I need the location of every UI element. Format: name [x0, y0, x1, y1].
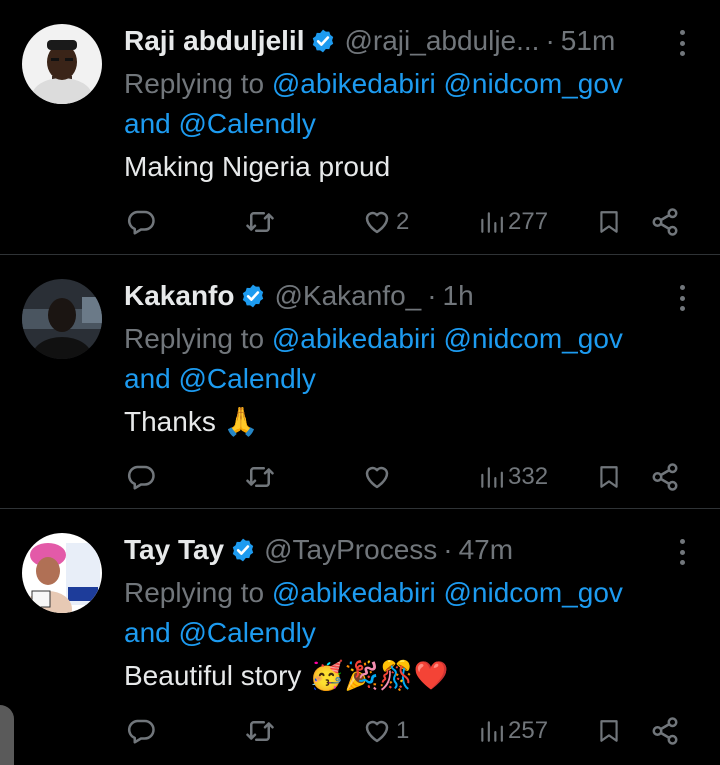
separator-dot: · — [427, 280, 437, 311]
bookmark-icon[interactable] — [596, 455, 622, 499]
tweet-text: Beautiful story 🥳🎉🎊❤️ — [124, 656, 449, 696]
mention-link[interactable]: @abikedabiri — [272, 68, 436, 99]
like-count: 2 — [396, 208, 410, 235]
mention-link[interactable]: @nidcom_gov — [444, 323, 623, 354]
display-name[interactable]: Kakanfo — [124, 280, 234, 312]
reply-icon[interactable] — [126, 709, 156, 753]
views-button[interactable]: 332 — [478, 455, 548, 499]
timestamp[interactable]: 51m — [561, 25, 615, 57]
mention-link[interactable]: @Calendly — [179, 363, 316, 394]
scroll-handle[interactable] — [0, 705, 14, 765]
separator-dot: · — [545, 25, 555, 56]
heart-icon — [365, 211, 389, 234]
bookmark-icon[interactable] — [596, 709, 622, 753]
retweet-icon[interactable] — [244, 709, 276, 753]
views-chart-icon — [481, 721, 503, 742]
and-label: and — [124, 363, 171, 394]
share-icon[interactable] — [650, 709, 680, 753]
mention-link[interactable]: @Calendly — [179, 108, 316, 139]
like-button[interactable]: 1 — [362, 709, 409, 753]
tweet[interactable]: Kakanfo @Kakanfo_ · 1h Replying to @abik… — [0, 254, 720, 508]
share-icon[interactable] — [650, 200, 680, 244]
tweet-text: Thanks 🙏 — [124, 402, 258, 442]
retweet-icon[interactable] — [244, 455, 276, 499]
avatar[interactable] — [22, 279, 102, 359]
tweet-text: Making Nigeria proud — [124, 147, 390, 187]
share-icon[interactable] — [650, 455, 680, 499]
tweet-body: Making Nigeria proud — [124, 151, 391, 182]
tweet-actions: 1 257 — [0, 709, 720, 753]
replying-label: Replying to — [124, 68, 265, 99]
replying-label: Replying to — [124, 577, 265, 608]
display-name[interactable]: Tay Tay — [124, 534, 224, 566]
tweet[interactable]: Tay Tay @TayProcess · 47m Replying to @a… — [0, 508, 720, 762]
view-count: 332 — [508, 463, 549, 490]
replying-to: Replying to @abikedabiri @nidcom_gov and… — [124, 319, 694, 399]
heart-icon — [365, 720, 389, 743]
views-chart-icon — [481, 467, 503, 488]
display-name[interactable]: Raji abduljelil — [124, 25, 304, 57]
mention-link[interactable]: @Calendly — [179, 617, 316, 648]
and-label: and — [124, 617, 171, 648]
views-button[interactable]: 257 — [478, 709, 548, 753]
replying-to: Replying to @abikedabiri @nidcom_gov and… — [124, 64, 694, 144]
mention-link[interactable]: @nidcom_gov — [444, 577, 623, 608]
reply-icon[interactable] — [126, 455, 156, 499]
more-vertical-icon[interactable] — [672, 30, 692, 56]
like-count: 1 — [396, 717, 410, 744]
replying-label: Replying to — [124, 323, 265, 354]
view-count: 277 — [508, 208, 549, 235]
and-label: and — [124, 108, 171, 139]
heart-icon — [365, 466, 389, 489]
tweet-body: Thanks — [124, 406, 216, 437]
avatar[interactable] — [22, 24, 102, 104]
views-chart-icon — [481, 212, 503, 233]
user-handle[interactable]: @Kakanfo_ — [274, 280, 421, 312]
tweet-actions: 332 — [0, 455, 720, 499]
user-handle[interactable]: @TayProcess — [264, 534, 437, 566]
mention-link[interactable]: @abikedabiri — [272, 577, 436, 608]
reply-icon[interactable] — [126, 200, 156, 244]
tweet-actions: 2 277 — [0, 200, 720, 244]
like-button[interactable] — [362, 455, 396, 499]
user-handle[interactable]: @raji_abdulje... — [344, 25, 539, 57]
like-button[interactable]: 2 — [362, 200, 409, 244]
verified-badge-icon — [313, 29, 334, 53]
more-vertical-icon[interactable] — [672, 539, 692, 565]
replying-to: Replying to @abikedabiri @nidcom_gov and… — [124, 573, 694, 653]
verified-badge-icon — [232, 538, 254, 562]
tweet-body: Beautiful story — [124, 660, 302, 691]
timestamp[interactable]: 1h — [443, 280, 474, 312]
view-count: 257 — [508, 717, 549, 744]
tweet-emojis: 🙏 — [223, 405, 259, 438]
separator-dot: · — [443, 534, 453, 565]
tweet[interactable]: Raji abduljelil @raji_abdulje... · 51m R… — [0, 0, 720, 253]
mention-link[interactable]: @nidcom_gov — [444, 68, 623, 99]
avatar[interactable] — [22, 533, 102, 613]
more-vertical-icon[interactable] — [672, 285, 692, 311]
tweet-emojis: 🥳🎉🎊❤️ — [309, 659, 449, 692]
views-button[interactable]: 277 — [478, 200, 548, 244]
retweet-icon[interactable] — [244, 200, 276, 244]
verified-badge-icon — [243, 284, 264, 308]
bookmark-icon[interactable] — [596, 200, 622, 244]
mention-link[interactable]: @abikedabiri — [272, 323, 436, 354]
timestamp[interactable]: 47m — [459, 534, 513, 566]
